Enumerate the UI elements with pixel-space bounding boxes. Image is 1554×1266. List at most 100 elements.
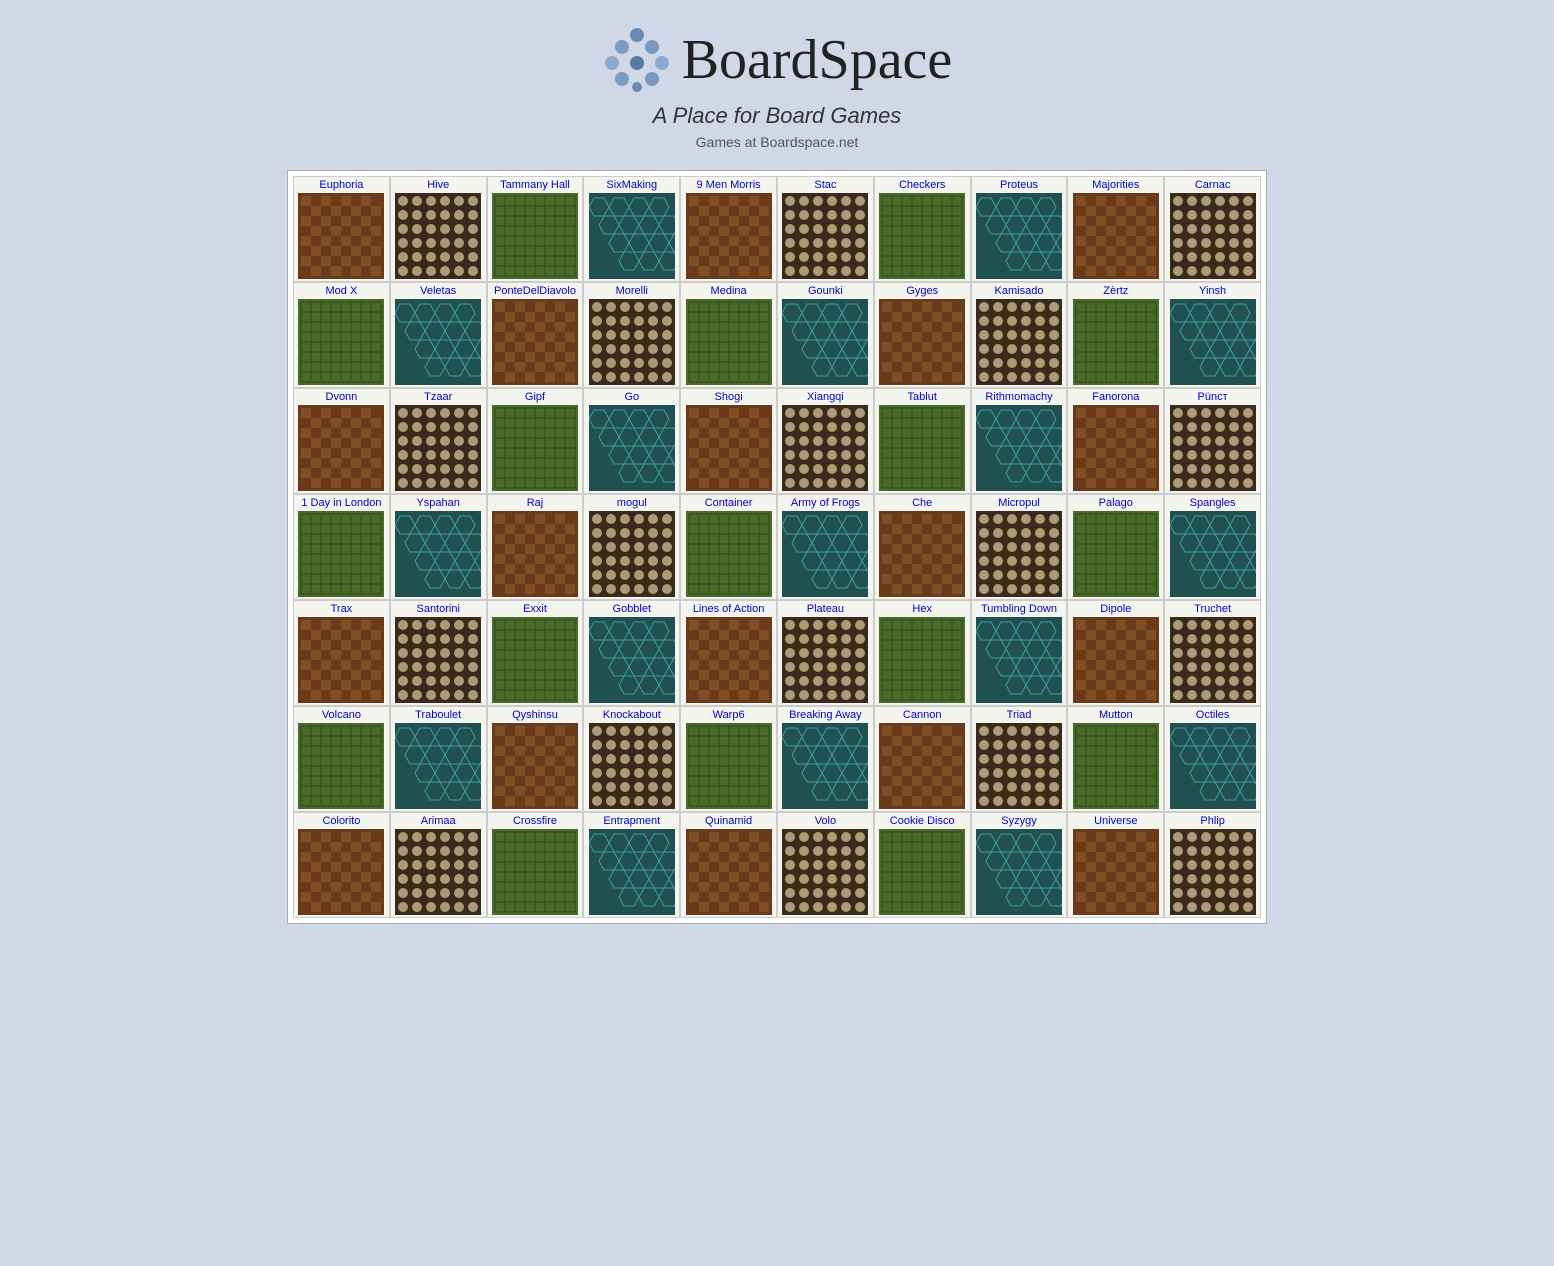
game-link-pontedeldiavolo[interactable]: PonteDelDiavolo xyxy=(490,285,581,297)
game-link-octiles[interactable]: Octiles xyxy=(1167,709,1258,721)
game-link-medina[interactable]: Medina xyxy=(683,285,774,297)
game-cell: Octiles xyxy=(1164,706,1261,812)
game-link-knockabout[interactable]: Knockabout xyxy=(586,709,677,721)
game-thumbnail xyxy=(1170,511,1256,597)
game-thumbnail xyxy=(298,193,384,279)
game-link-container[interactable]: Container xyxy=(683,497,774,509)
game-link-veletas[interactable]: Veletas xyxy=(393,285,484,297)
game-link-universe[interactable]: Universe xyxy=(1070,815,1161,827)
game-link-volo[interactable]: Volo xyxy=(780,815,871,827)
game-link-palago[interactable]: Palago xyxy=(1070,497,1161,509)
game-link-tammany-hall[interactable]: Tammany Hall xyxy=(490,179,581,191)
game-thumbnail xyxy=(298,405,384,491)
game-cell: Spangles xyxy=(1164,494,1261,600)
game-link-carnac[interactable]: Carnac xyxy=(1167,179,1258,191)
game-link-euphoria[interactable]: Euphoria xyxy=(296,179,387,191)
game-cell: Phlip xyxy=(1164,812,1261,918)
game-link-stac[interactable]: Stac xyxy=(780,179,871,191)
game-link-sixmaking[interactable]: SixMaking xyxy=(586,179,677,191)
game-link-hex[interactable]: Hex xyxy=(877,603,968,615)
game-link-cookie-disco[interactable]: Cookie Disco xyxy=(877,815,968,827)
game-thumbnail xyxy=(395,723,481,809)
game-link-majorities[interactable]: Majorities xyxy=(1070,179,1161,191)
game-link-exxit[interactable]: Exxit xyxy=(490,603,581,615)
game-link-plateau[interactable]: Plateau xyxy=(780,603,871,615)
games-label: Games at Boardspace.net xyxy=(10,134,1544,150)
game-cell: Mutton xyxy=(1067,706,1164,812)
game-link-gobblet[interactable]: Gobblet xyxy=(586,603,677,615)
game-link-syzygy[interactable]: Syzygy xyxy=(974,815,1065,827)
game-link-morelli[interactable]: Morelli xyxy=(586,285,677,297)
game-thumbnail xyxy=(492,299,578,385)
game-link-rithmomachy[interactable]: Rithmomachy xyxy=(974,391,1065,403)
game-link-spangles[interactable]: Spangles xyxy=(1167,497,1258,509)
game-link-yspahan[interactable]: Yspahan xyxy=(393,497,484,509)
game-link-triad[interactable]: Triad xyxy=(974,709,1065,721)
game-link-army-of-frogs[interactable]: Army of Frogs xyxy=(780,497,871,509)
game-link-arimaa[interactable]: Arimaa xyxy=(393,815,484,827)
game-thumbnail xyxy=(395,193,481,279)
game-link-traboulet[interactable]: Traboulet xyxy=(393,709,484,721)
game-link-micropul[interactable]: Micropul xyxy=(974,497,1065,509)
game-cell: Checkers xyxy=(874,176,971,282)
game-link-colorito[interactable]: Colorito xyxy=(296,815,387,827)
game-link-xiangqi[interactable]: Xiangqi xyxy=(780,391,871,403)
game-link-fanorona[interactable]: Fanorona xyxy=(1070,391,1161,403)
game-link-mutton[interactable]: Mutton xyxy=(1070,709,1161,721)
game-cell: Micropul xyxy=(971,494,1068,600)
game-link-tablut[interactable]: Tablut xyxy=(877,391,968,403)
game-link-checkers[interactable]: Checkers xyxy=(877,179,968,191)
game-link-quinamid[interactable]: Quinamid xyxy=(683,815,774,827)
game-link-dipole[interactable]: Dipole xyxy=(1070,603,1161,615)
game-link-gipf[interactable]: Gipf xyxy=(490,391,581,403)
game-link-dvonn[interactable]: Dvonn xyxy=(296,391,387,403)
game-link-shogi[interactable]: Shogi xyxy=(683,391,774,403)
game-link-tzaar[interactable]: Tzaar xyxy=(393,391,484,403)
game-link-volcano[interactable]: Volcano xyxy=(296,709,387,721)
game-thumbnail xyxy=(298,617,384,703)
logo-container: BoardSpace xyxy=(10,25,1544,95)
game-link-trax[interactable]: Trax xyxy=(296,603,387,615)
game-thumbnail xyxy=(782,193,868,279)
game-cell: Püncт xyxy=(1164,388,1261,494)
game-link-püncт[interactable]: Püncт xyxy=(1167,391,1258,403)
game-thumbnail xyxy=(686,829,772,915)
game-link-crossfire[interactable]: Crossfire xyxy=(490,815,581,827)
game-link-mogul[interactable]: mogul xyxy=(586,497,677,509)
game-link-entrapment[interactable]: Entrapment xyxy=(586,815,677,827)
game-link-tumbling-down[interactable]: Tumbling Down xyxy=(974,603,1065,615)
game-link-hive[interactable]: Hive xyxy=(393,179,484,191)
game-thumbnail xyxy=(686,299,772,385)
game-link-zèrtz[interactable]: Zèrtz xyxy=(1070,285,1161,297)
game-cell: Plateau xyxy=(777,600,874,706)
game-link-qyshinsu[interactable]: Qyshinsu xyxy=(490,709,581,721)
game-link-warp6[interactable]: Warp6 xyxy=(683,709,774,721)
game-thumbnail xyxy=(879,829,965,915)
game-link-cannon[interactable]: Cannon xyxy=(877,709,968,721)
game-link-phlip[interactable]: Phlip xyxy=(1167,815,1258,827)
game-link-truchet[interactable]: Truchet xyxy=(1167,603,1258,615)
logo-icon xyxy=(602,25,672,95)
game-link-go[interactable]: Go xyxy=(586,391,677,403)
game-link-yinsh[interactable]: Yinsh xyxy=(1167,285,1258,297)
game-link-9-men-morris[interactable]: 9 Men Morris xyxy=(683,179,774,191)
game-thumbnail xyxy=(782,299,868,385)
game-link-kamisado[interactable]: Kamisado xyxy=(974,285,1065,297)
game-link-mod-x[interactable]: Mod X xyxy=(296,285,387,297)
game-link-gounki[interactable]: Gounki xyxy=(780,285,871,297)
game-link-gyges[interactable]: Gyges xyxy=(877,285,968,297)
game-link-1-day-in-london[interactable]: 1 Day in London xyxy=(296,497,387,509)
game-link-breaking-away[interactable]: Breaking Away xyxy=(780,709,871,721)
game-thumbnail xyxy=(395,829,481,915)
game-link-santorini[interactable]: Santorini xyxy=(393,603,484,615)
game-thumbnail xyxy=(879,299,965,385)
game-thumbnail xyxy=(686,723,772,809)
tagline: A Place for Board Games xyxy=(10,103,1544,129)
game-thumbnail xyxy=(782,617,868,703)
game-link-raj[interactable]: Raj xyxy=(490,497,581,509)
game-link-lines-of-action[interactable]: Lines of Action xyxy=(683,603,774,615)
game-link-che[interactable]: Che xyxy=(877,497,968,509)
game-thumbnail xyxy=(976,829,1062,915)
game-link-proteus[interactable]: Proteus xyxy=(974,179,1065,191)
game-thumbnail xyxy=(589,511,675,597)
